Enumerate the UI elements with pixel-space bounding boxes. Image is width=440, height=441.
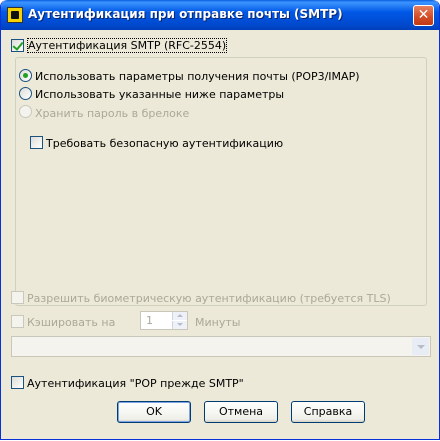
biometric-checkbox[interactable] — [11, 291, 24, 304]
pop-before-smtp-checkbox[interactable] — [11, 376, 24, 389]
close-button[interactable]: ✕ — [413, 5, 434, 26]
chevron-down-icon — [177, 323, 183, 326]
chevron-down-icon — [417, 345, 425, 349]
spin-down-button[interactable] — [172, 321, 187, 329]
smtp-auth-checkbox[interactable] — [11, 39, 24, 52]
biometric-label: Разрешить биометрическую аутентификацию … — [27, 292, 391, 305]
chevron-up-icon — [177, 314, 183, 317]
cache-minutes-value: 1 — [146, 314, 153, 327]
smtp-auth-label[interactable]: Аутентификация SMTP (RFC-2554) — [26, 38, 228, 53]
use-below-settings-label[interactable]: Использовать указанные ниже параметры — [35, 88, 284, 101]
combo-dropdown-button[interactable] — [412, 338, 429, 355]
dialog-window: Аутентификация при отправке почты (SMTP)… — [0, 0, 440, 440]
close-icon: ✕ — [417, 7, 430, 23]
cache-minutes-stepper[interactable]: 1 — [140, 311, 188, 330]
require-secure-label[interactable]: Требовать безопасную аутентификацию — [46, 137, 283, 150]
cache-label: Кэшировать на — [27, 316, 116, 329]
dialog-content: Аутентификация SMTP (RFC-2554) Использов… — [4, 30, 436, 436]
cancel-button[interactable]: Отмена — [204, 401, 278, 423]
help-button[interactable]: Справка — [291, 401, 365, 423]
spin-up-button[interactable] — [172, 312, 187, 320]
cache-unit-label: Минуты — [195, 316, 241, 329]
use-receive-settings-radio[interactable] — [19, 69, 32, 82]
pop-before-smtp-label[interactable]: Аутентификация "POP прежде SMTP" — [27, 377, 244, 390]
title-bar[interactable]: Аутентификация при отправке почты (SMTP)… — [1, 0, 439, 30]
store-password-radio[interactable] — [19, 105, 32, 118]
use-below-settings-radio[interactable] — [19, 87, 32, 100]
store-password-label: Хранить пароль в брелоке — [35, 107, 190, 120]
require-secure-checkbox[interactable] — [30, 136, 43, 149]
account-combo[interactable] — [11, 336, 431, 357]
app-icon — [7, 7, 23, 23]
use-receive-settings-label[interactable]: Использовать параметры получения почты (… — [35, 70, 360, 83]
ok-button[interactable]: OK — [117, 401, 191, 423]
cache-checkbox[interactable] — [11, 315, 24, 328]
window-title: Аутентификация при отправке почты (SMTP) — [28, 7, 343, 21]
